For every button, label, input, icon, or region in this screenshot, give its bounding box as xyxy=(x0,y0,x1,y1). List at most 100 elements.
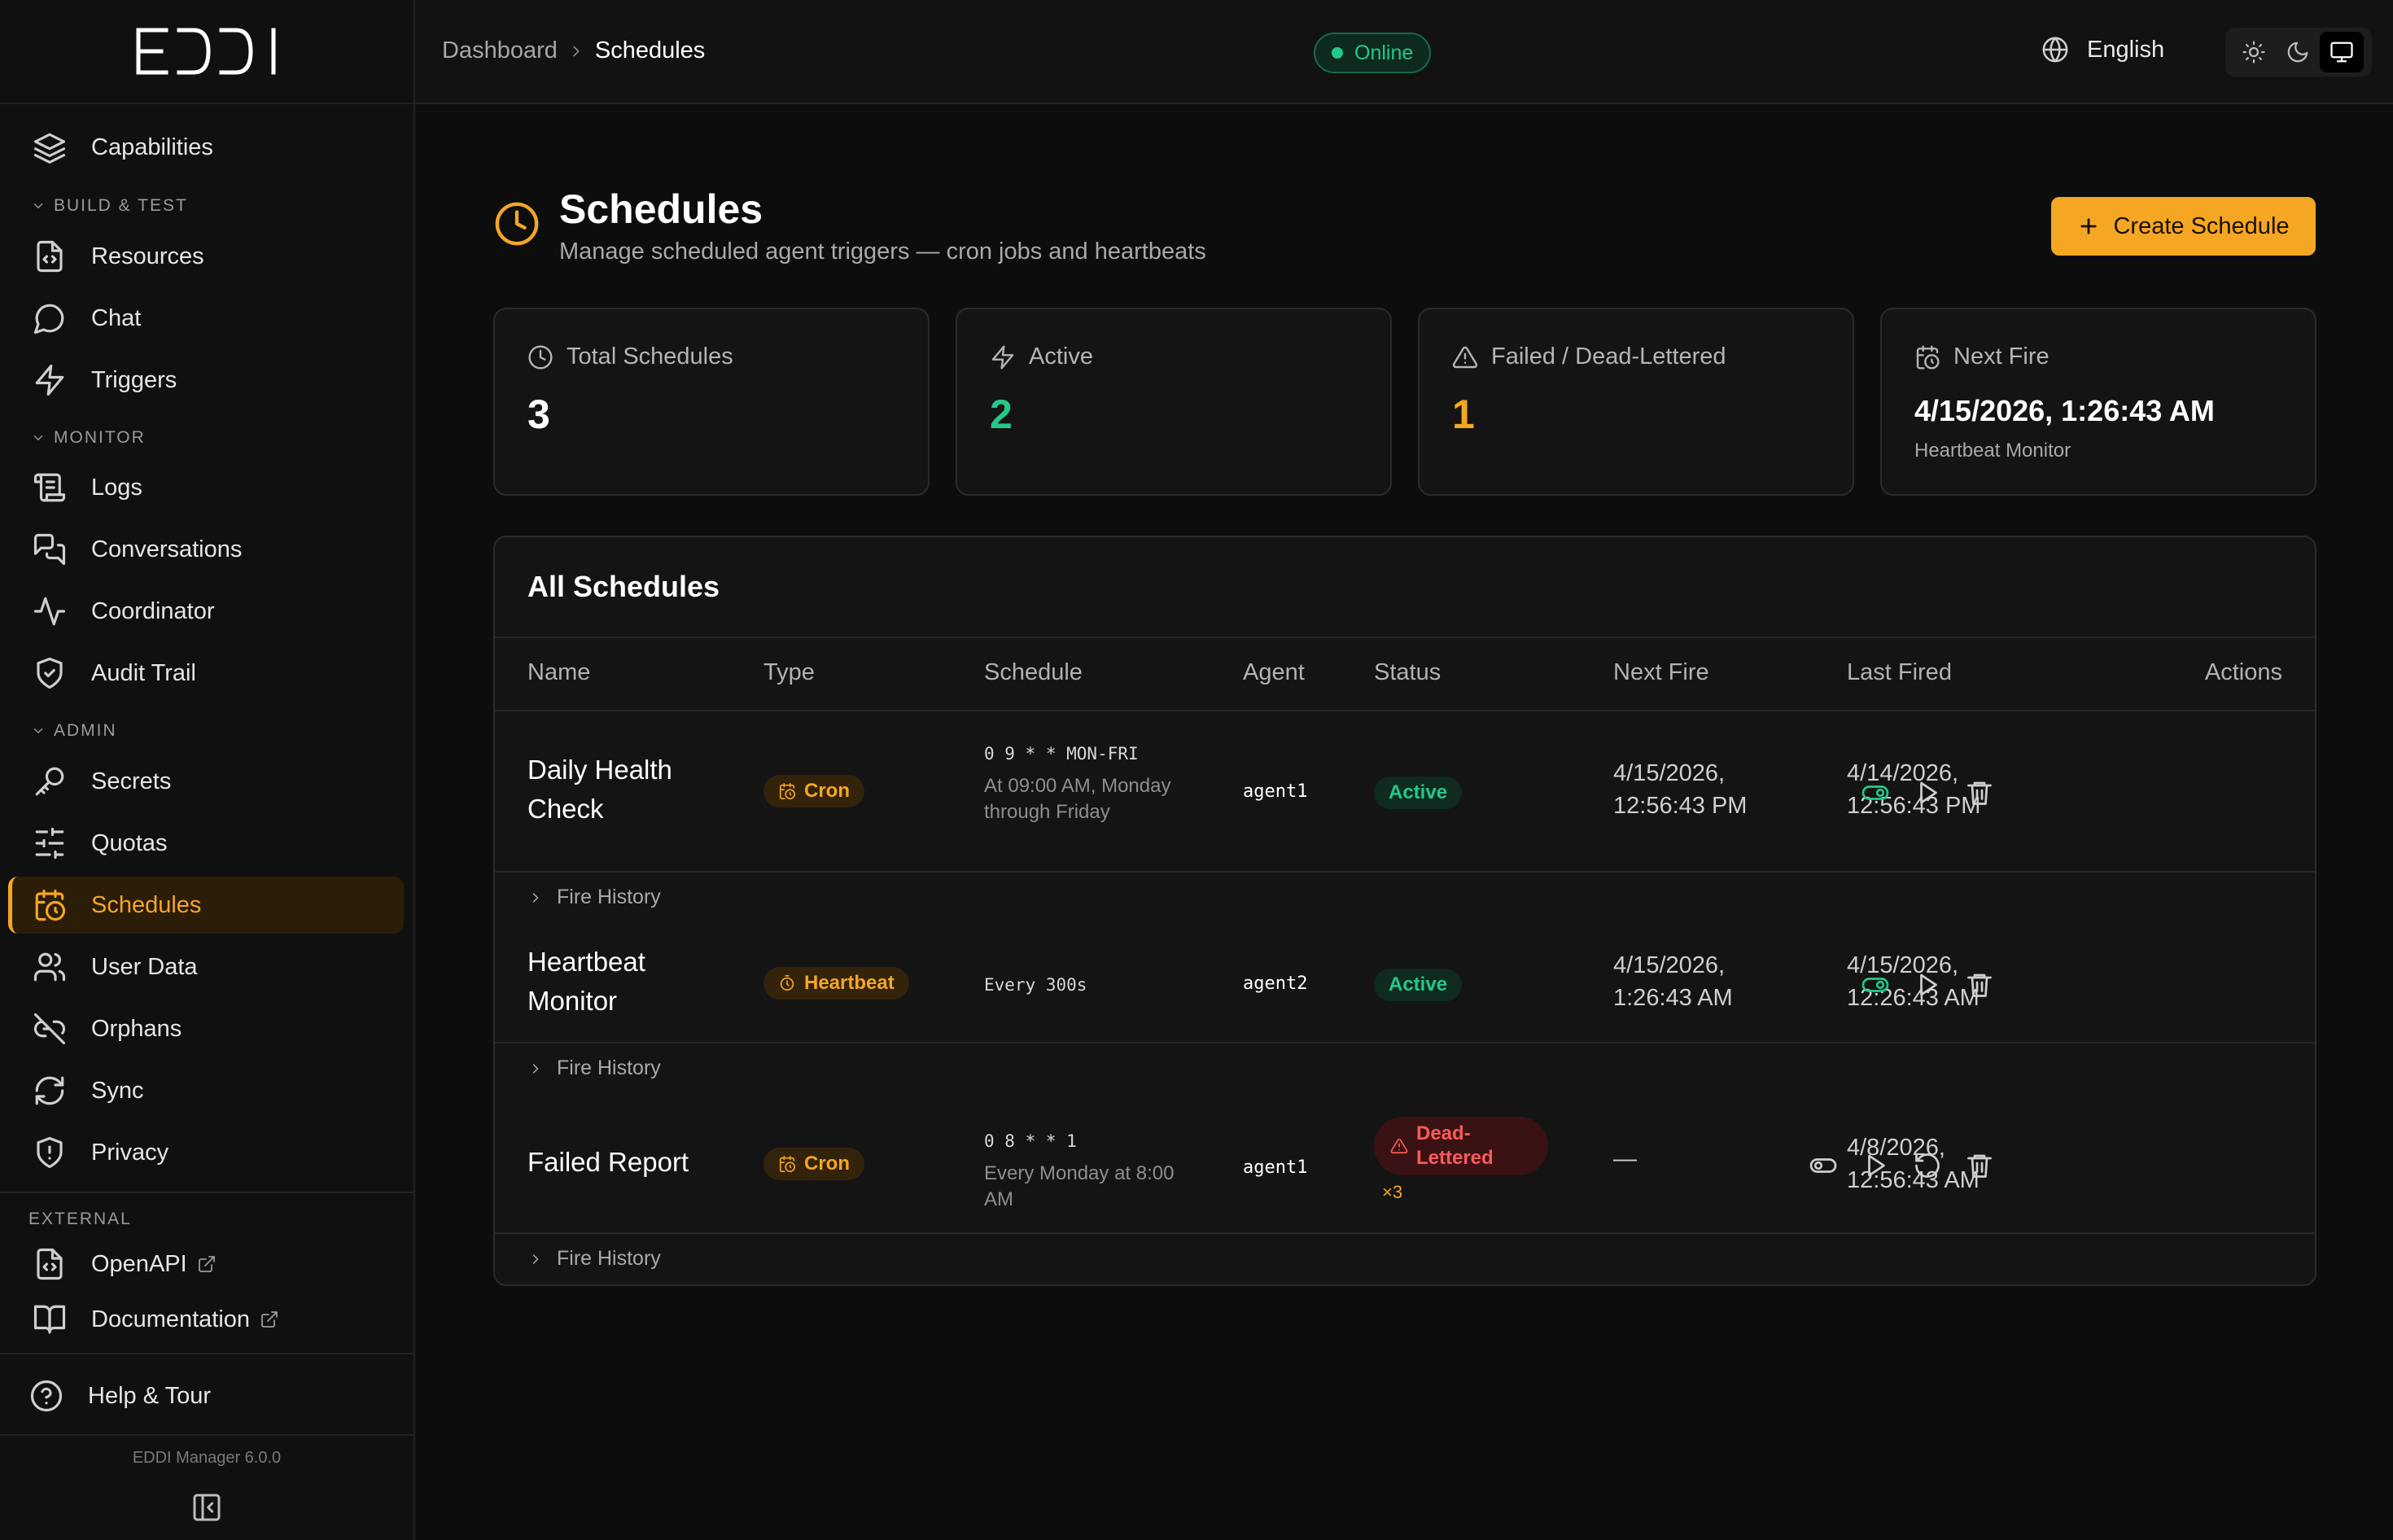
help-label: Help & Tour xyxy=(88,1382,211,1409)
sidebar-item-schedules[interactable]: Schedules xyxy=(8,877,404,934)
sidebar-item-label: Quotas xyxy=(91,829,168,856)
play-icon[interactable] xyxy=(1913,778,1942,807)
sidebar-item-orphans[interactable]: Orphans xyxy=(8,1000,404,1057)
stat-value: 3 xyxy=(527,392,550,437)
column-header-next-fire: Next Fire xyxy=(1613,659,1709,685)
lightning-icon xyxy=(35,364,64,396)
sun-icon xyxy=(2242,41,2265,63)
type-badge: Heartbeat xyxy=(763,967,909,1000)
lightning-icon xyxy=(991,344,1014,370)
status-dot xyxy=(1332,47,1343,59)
stat-card-failed: Failed / Dead-Lettered 1 xyxy=(1418,308,1854,496)
play-icon[interactable] xyxy=(1861,1151,1890,1180)
sidebar-item-triggers[interactable]: Triggers xyxy=(8,352,404,409)
agent-id: agent1 xyxy=(1243,1157,1308,1178)
create-schedule-button[interactable]: Create Schedule xyxy=(2051,197,2316,256)
trash-icon[interactable] xyxy=(1965,778,1994,807)
sidebar-item-audit-trail[interactable]: Audit Trail xyxy=(8,645,404,702)
schedule-expression: 0 9 * * MON-FRI xyxy=(984,744,1139,763)
stat-value: 1 xyxy=(1452,392,1475,437)
help-tour-button[interactable]: Help & Tour xyxy=(8,1367,404,1424)
divider xyxy=(495,710,2315,711)
file-code-icon xyxy=(37,240,63,273)
sidebar-item-label: Schedules xyxy=(91,891,202,918)
sidebar-item-capabilities[interactable]: Capabilities xyxy=(8,119,404,176)
trash-icon[interactable] xyxy=(1965,1151,1994,1180)
unlink-icon xyxy=(33,1013,66,1045)
sidebar-item-label: Capabilities xyxy=(91,133,213,160)
sidebar-item-coordinator[interactable]: Coordinator xyxy=(8,583,404,640)
language-label: English xyxy=(2087,36,2165,63)
shield-alert-icon xyxy=(37,1136,63,1169)
calendar-clock-icon xyxy=(779,783,795,799)
sidebar-item-conversations[interactable]: Conversations xyxy=(8,521,404,578)
sidebar-item-sync[interactable]: Sync xyxy=(8,1062,404,1119)
section-external: EXTERNAL xyxy=(28,1210,132,1228)
theme-dark-button[interactable] xyxy=(2276,32,2320,72)
page-subtitle: Manage scheduled agent triggers — cron j… xyxy=(559,238,1206,265)
theme-light-button[interactable] xyxy=(2232,32,2276,72)
sidebar-item-chat[interactable]: Chat xyxy=(8,290,404,347)
calendar-clock-icon xyxy=(35,889,66,921)
sidebar-item-logs[interactable]: Logs xyxy=(8,459,404,516)
stat-card-active: Active 2 xyxy=(956,308,1392,496)
sidebar-item-label: Triggers xyxy=(91,366,177,393)
external-link-icon xyxy=(261,1311,278,1328)
warning-icon xyxy=(1452,346,1478,368)
sidebar-item-secrets[interactable]: Secrets xyxy=(8,753,404,810)
retry-icon[interactable] xyxy=(1913,1151,1942,1180)
chevron-down-icon xyxy=(33,435,43,440)
play-icon[interactable] xyxy=(1913,970,1942,1000)
sidebar-item-label: Coordinator xyxy=(91,597,215,624)
sidebar: Capabilities BUILD & TEST Resources Chat… xyxy=(0,0,415,1540)
schedule-expression: Every 300s xyxy=(984,975,1087,995)
schedules-table: All Schedules Name Type Schedule Agent S… xyxy=(493,536,2316,1286)
breadcrumb-current: Schedules xyxy=(594,37,706,63)
status-badge: Online xyxy=(1314,33,1432,73)
breadcrumb: Dashboard Schedules xyxy=(442,37,705,64)
divider xyxy=(495,871,2315,873)
column-header-schedule: Schedule xyxy=(984,659,1083,685)
breadcrumb-dashboard[interactable]: Dashboard xyxy=(442,37,558,64)
refresh-icon xyxy=(35,1076,64,1105)
toggle-on-icon[interactable] xyxy=(1861,970,1890,1000)
fire-history-toggle[interactable]: Fire History xyxy=(527,1057,661,1080)
theme-system-button[interactable] xyxy=(2320,32,2364,72)
fire-history-toggle[interactable]: Fire History xyxy=(527,1247,661,1271)
section-admin[interactable]: ADMIN xyxy=(31,721,117,741)
sidebar-item-openapi[interactable]: OpenAPI xyxy=(8,1236,404,1293)
agent-id: agent2 xyxy=(1243,973,1308,994)
row-name: Heartbeat Monitor xyxy=(527,947,645,1016)
section-monitor[interactable]: MONITOR xyxy=(31,428,146,448)
logo[interactable] xyxy=(0,0,413,104)
section-build-test[interactable]: BUILD & TEST xyxy=(31,196,188,216)
sidebar-item-resources[interactable]: Resources xyxy=(8,228,404,285)
sidebar-item-label: Orphans xyxy=(91,1015,182,1042)
toggle-off-icon[interactable] xyxy=(1809,1151,1838,1180)
stat-label: Failed / Dead-Lettered xyxy=(1491,343,1726,370)
clock-icon xyxy=(495,202,539,246)
next-fire-date: 4/15/2026, 1:26:43 AM xyxy=(1613,952,1733,1011)
sidebar-item-label: Resources xyxy=(91,243,204,269)
globe-icon xyxy=(2042,37,2068,63)
toggle-on-icon[interactable] xyxy=(1861,778,1890,807)
stat-label: Total Schedules xyxy=(567,343,733,370)
chat-bubble-icon xyxy=(33,304,64,335)
fire-history-toggle[interactable]: Fire History xyxy=(527,886,661,909)
chevron-right-icon xyxy=(532,892,539,903)
sidebar-item-label: OpenAPI xyxy=(91,1250,187,1277)
chevron-right-icon xyxy=(532,1253,539,1264)
sidebar-item-user-data[interactable]: User Data xyxy=(8,938,404,995)
plus-icon xyxy=(2080,218,2098,234)
language-selector[interactable]: English xyxy=(2041,36,2164,63)
sidebar-item-privacy[interactable]: Privacy xyxy=(8,1124,404,1181)
divider xyxy=(0,1353,413,1354)
stat-label: Active xyxy=(1029,343,1093,370)
schedule-expression: 0 8 * * 1 xyxy=(984,1131,1077,1151)
sidebar-collapse-icon[interactable] xyxy=(190,1491,223,1524)
sidebar-item-documentation[interactable]: Documentation xyxy=(8,1291,404,1348)
type-badge: Cron xyxy=(763,775,864,807)
sidebar-item-quotas[interactable]: Quotas xyxy=(8,815,404,872)
sliders-icon xyxy=(35,827,64,860)
trash-icon[interactable] xyxy=(1965,970,1994,1000)
